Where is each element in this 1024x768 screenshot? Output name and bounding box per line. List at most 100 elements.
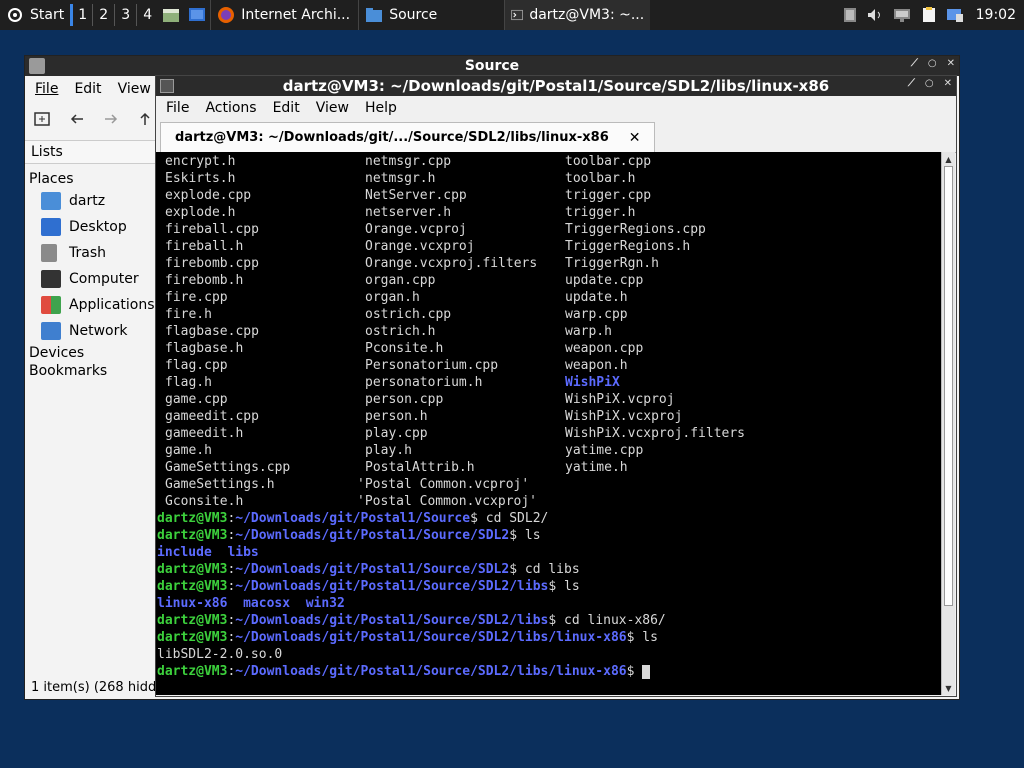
workspace-3[interactable]: 3 [114, 4, 136, 26]
ls-entry: gameedit.h [165, 426, 244, 441]
ls-entry: organ.cpp [365, 273, 436, 288]
clock[interactable]: 19:02 [976, 7, 1016, 23]
workspace-1[interactable]: 1 [70, 4, 92, 26]
devices-heading[interactable]: Devices [29, 344, 159, 362]
ls-entry: flagbase.cpp [165, 324, 259, 339]
back-icon[interactable] [69, 111, 85, 127]
place-network[interactable]: Network [29, 318, 159, 344]
close-icon[interactable]: ✕ [944, 78, 952, 89]
ls-entry [565, 493, 765, 510]
terminal-output[interactable]: encrypt.h netmsgr.cpp toolbar.cpp Eskirts.h… [156, 152, 941, 695]
task-firefox[interactable]: Internet Archi... [210, 0, 358, 30]
prompt-user: dartz@VM3 [157, 511, 228, 526]
menu-help[interactable]: Help [365, 100, 397, 116]
volume-icon[interactable] [866, 7, 884, 23]
prompt-line: dartz@VM3:~/Downloads/git/Postal1/Source… [157, 527, 666, 544]
clipboard-icon[interactable] [842, 7, 858, 23]
new-tab-icon[interactable] [33, 110, 51, 128]
menu-actions[interactable]: Actions [205, 100, 256, 116]
maximize-icon[interactable]: ○ [928, 58, 937, 69]
ls-entry: fire.cpp [165, 290, 228, 305]
ls-entry: trigger.cpp [565, 188, 652, 203]
terminal-scrollbar[interactable]: ▲ ▼ [941, 152, 955, 695]
ls-entry: gameedit.cpp [165, 409, 259, 424]
ls-entry: WishPiX.vcxproj [565, 409, 683, 424]
terminal-icon [160, 79, 174, 93]
workspace-4[interactable]: 4 [136, 4, 158, 26]
file-manager-titlebar[interactable]: Source ⟋ ○ ✕ [25, 56, 959, 76]
scroll-down-icon[interactable]: ▼ [942, 681, 955, 695]
notes-icon[interactable] [920, 6, 938, 24]
applications-icon [41, 296, 61, 314]
window-title: Source [464, 58, 520, 74]
firefox-icon [218, 7, 235, 23]
prompt-path: ~/Downloads/git/Postal1/Source [235, 511, 471, 526]
ls-entry: flag.cpp [165, 358, 228, 373]
update-notifier-icon[interactable] [946, 6, 964, 24]
task-source[interactable]: Source [358, 0, 504, 30]
start-label: Start [30, 7, 65, 23]
ls-entry: trigger.h [565, 205, 636, 220]
prompt-user: dartz@VM3 [157, 613, 228, 628]
ls-entry: play.cpp [365, 426, 428, 441]
ls-entry: GameSettings.cpp [165, 460, 291, 475]
menu-view[interactable]: View [316, 100, 349, 116]
up-icon[interactable] [137, 111, 153, 127]
place-label: Desktop [69, 219, 127, 235]
menu-file[interactable]: File [166, 100, 189, 116]
text-cursor [642, 664, 651, 679]
shell-session: dartz@VM3:~/Downloads/git/Postal1/Source… [157, 510, 666, 680]
menu-edit[interactable]: Edit [74, 81, 101, 97]
close-tab-icon[interactable]: ✕ [629, 130, 641, 146]
start-menu-button[interactable]: Start [0, 0, 70, 30]
menu-file[interactable]: File [35, 81, 58, 97]
scroll-up-icon[interactable]: ▲ [942, 152, 955, 166]
ls-listing: encrypt.h netmsgr.cpp toolbar.cpp Eskirts.h… [165, 153, 765, 510]
bookmarks-heading[interactable]: Bookmarks [29, 362, 159, 380]
terminal-tab[interactable]: dartz@VM3: ~/Downloads/git/.../Source/SD… [160, 122, 656, 152]
maximize-icon[interactable]: ○ [925, 78, 934, 89]
ls-entry: person.h [365, 409, 428, 424]
ls-entry [565, 476, 765, 493]
prompt-line: dartz@VM3:~/Downloads/git/Postal1/Source… [157, 578, 666, 595]
ls-entry: update.cpp [565, 273, 644, 288]
ls-entry: fireball.h [165, 239, 244, 254]
minimize-icon[interactable]: ⟋ [908, 78, 915, 89]
terminal-tabbar: dartz@VM3: ~/Downloads/git/.../Source/SD… [156, 121, 956, 153]
task-label: Internet Archi... [241, 7, 351, 23]
place-trash[interactable]: Trash [29, 240, 159, 266]
prompt-path: ~/Downloads/git/Postal1/Source/SDL2/libs… [235, 664, 627, 679]
place-desktop[interactable]: Desktop [29, 214, 159, 240]
ls-entry: yatime.cpp [565, 443, 644, 458]
ls-entry: update.h [565, 290, 628, 305]
minimize-icon[interactable]: ⟋ [911, 58, 918, 69]
side-pane-mode-selector[interactable]: Lists [25, 140, 157, 164]
show-desktop-launcher[interactable] [158, 0, 184, 30]
ls-entry: Orange.vcproj [365, 222, 467, 237]
scrollbar-thumb[interactable] [944, 166, 953, 606]
place-applications[interactable]: Applications [29, 292, 159, 318]
workspace-2[interactable]: 2 [92, 4, 114, 26]
ls-entry: game.cpp [165, 392, 228, 407]
prompt-symbol: $ [509, 562, 518, 577]
task-label: Source [389, 7, 438, 23]
prompt-symbol: $ [470, 511, 478, 526]
output-line: libSDL2-2.0.so.0 [157, 647, 283, 662]
computer-icon [41, 270, 61, 288]
forward-icon[interactable] [103, 111, 119, 127]
menu-view[interactable]: View [118, 81, 151, 97]
ls-entry: WishPiX.vcxproj.filters [565, 426, 746, 441]
ls-entry: TriggerRegions.h [565, 239, 691, 254]
desktop-launcher[interactable] [184, 0, 210, 30]
close-icon[interactable]: ✕ [947, 58, 955, 69]
ls-entry: 'Postal Common.vcxproj' [357, 494, 538, 509]
network-icon[interactable] [892, 7, 912, 23]
command-text: ls [517, 528, 541, 543]
place-home[interactable]: dartz [29, 188, 159, 214]
place-computer[interactable]: Computer [29, 266, 159, 292]
menu-edit[interactable]: Edit [273, 100, 300, 116]
terminal-titlebar[interactable]: dartz@VM3: ~/Downloads/git/Postal1/Sourc… [156, 76, 956, 96]
places-heading[interactable]: Places [29, 170, 159, 188]
task-terminal[interactable]: dartz@VM3: ~... [504, 0, 651, 30]
place-label: Computer [69, 271, 139, 287]
